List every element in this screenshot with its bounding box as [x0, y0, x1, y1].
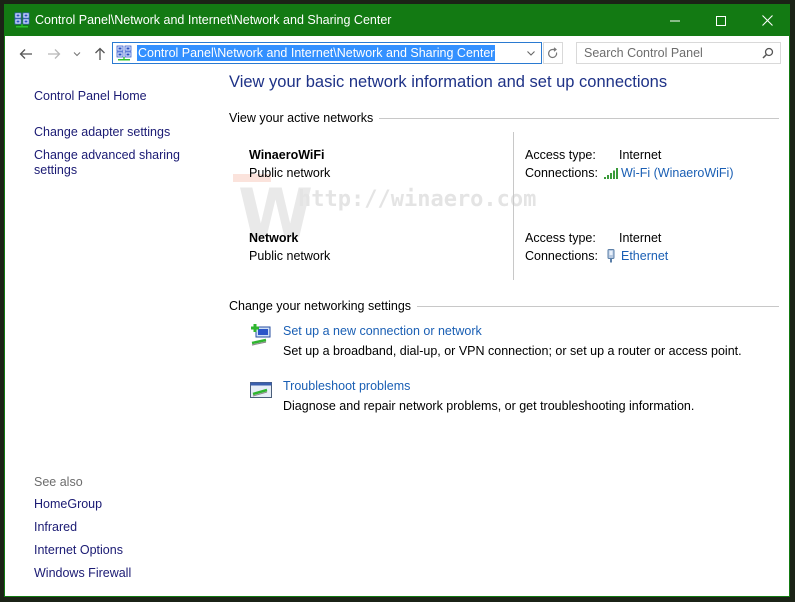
back-button[interactable] [16, 44, 36, 64]
windows-firewall-link[interactable]: Windows Firewall [34, 566, 131, 581]
arrow-right-icon [48, 49, 61, 59]
change-advanced-sharing-link[interactable]: Change advanced sharing settings [34, 148, 184, 178]
main-content: W http://winaero.com View your basic net… [228, 70, 783, 597]
sidebar: Control Panel Home Change adapter settin… [5, 70, 220, 597]
troubleshoot-link[interactable]: Troubleshoot problems [283, 379, 410, 393]
title-bar[interactable]: Control Panel\Network and Internet\Netwo… [5, 5, 789, 36]
recent-locations-button[interactable] [67, 44, 87, 64]
address-text[interactable]: Control Panel\Network and Internet\Netwo… [137, 45, 496, 61]
ethernet-connection-text[interactable]: Ethernet [621, 249, 668, 263]
networking-settings-heading-text: Change your networking settings [229, 299, 412, 313]
network-name: Network [249, 231, 299, 245]
minimize-icon [670, 20, 680, 21]
homegroup-link[interactable]: HomeGroup [34, 497, 102, 512]
active-networks-heading: View your active networks [229, 111, 779, 125]
minimize-button[interactable] [652, 5, 698, 36]
divider [379, 117, 779, 119]
setup-connection-description: Set up a broadband, dial-up, or VPN conn… [283, 344, 742, 358]
forward-button[interactable] [44, 44, 64, 64]
network-name: WinaeroWiFi [249, 148, 325, 162]
access-type-label: Access type: [525, 231, 596, 245]
maximize-button[interactable] [698, 5, 744, 36]
watermark-url: http://winaero.com [298, 187, 537, 212]
arrow-up-icon [95, 47, 105, 60]
chevron-down-icon[interactable] [525, 47, 537, 59]
access-type-value: Internet [619, 231, 662, 245]
arrow-left-icon [19, 49, 32, 59]
search-box[interactable] [576, 42, 781, 64]
wifi-connection-link[interactable]: Wi-Fi (WinaeroWiFi) [604, 166, 733, 180]
search-icon[interactable] [762, 47, 774, 59]
window: Control Panel\Network and Internet\Netwo… [4, 4, 790, 597]
connections-label: Connections: [525, 166, 598, 180]
infrared-link[interactable]: Infrared [34, 520, 77, 535]
network-category[interactable]: Public network [249, 249, 330, 263]
network-center-icon [14, 12, 30, 28]
troubleshoot-icon [250, 382, 272, 398]
control-panel-home-link[interactable]: Control Panel Home [34, 89, 147, 104]
troubleshoot-description: Diagnose and repair network problems, or… [283, 399, 695, 413]
maximize-icon [716, 15, 726, 26]
active-networks-heading-text: View your active networks [229, 111, 374, 125]
ethernet-connection-link[interactable]: Ethernet [604, 249, 668, 263]
chevron-down-icon [73, 52, 81, 57]
navigation-bar: Control Panel\Network and Internet\Netwo… [5, 36, 789, 70]
up-button[interactable] [90, 44, 110, 64]
search-input[interactable] [577, 43, 757, 63]
close-button[interactable] [744, 5, 790, 36]
close-icon [761, 15, 773, 26]
change-adapter-settings-link[interactable]: Change adapter settings [34, 125, 170, 140]
ethernet-icon [607, 249, 615, 263]
new-connection-icon [251, 324, 271, 346]
wifi-connection-text[interactable]: Wi-Fi (WinaeroWiFi) [621, 166, 733, 180]
refresh-icon [548, 46, 558, 58]
window-title: Control Panel\Network and Internet\Netwo… [35, 13, 392, 27]
divider [417, 305, 779, 307]
address-bar[interactable]: Control Panel\Network and Internet\Netwo… [112, 42, 542, 64]
page-title: View your basic network information and … [229, 73, 668, 91]
wifi-signal-icon [604, 167, 618, 179]
access-type-value: Internet [619, 148, 662, 162]
internet-options-link[interactable]: Internet Options [34, 543, 123, 558]
see-also-heading: See also [34, 475, 83, 489]
refresh-button[interactable] [543, 42, 563, 64]
setup-connection-link[interactable]: Set up a new connection or network [283, 324, 482, 338]
network-category[interactable]: Public network [249, 166, 330, 180]
network-center-icon [116, 45, 132, 61]
access-type-label: Access type: [525, 148, 596, 162]
connections-label: Connections: [525, 249, 598, 263]
vertical-divider [513, 132, 514, 280]
networking-settings-heading: Change your networking settings [229, 299, 779, 313]
